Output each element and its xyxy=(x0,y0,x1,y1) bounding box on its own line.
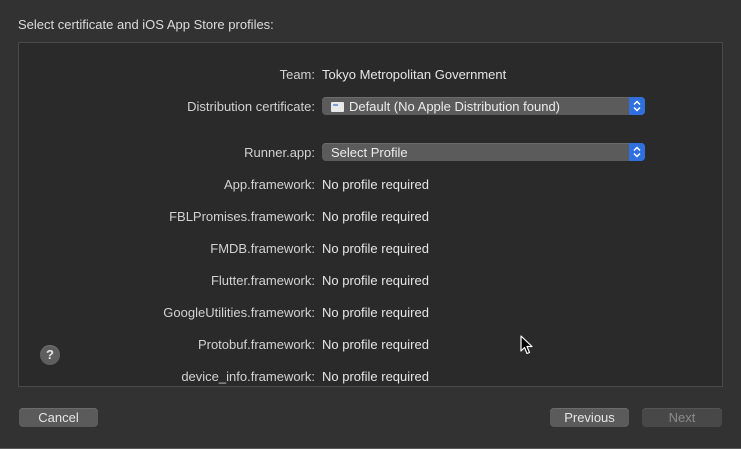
profile-value: No profile required xyxy=(322,177,429,192)
runner-app-profile-popup[interactable]: Select Profile xyxy=(322,143,645,161)
help-button[interactable]: ? xyxy=(40,345,60,365)
distribution-certificate-row: Distribution certificate: Default (No Ap… xyxy=(19,97,722,117)
profile-row-googleutilities-framework: GoogleUtilities.framework: No profile re… xyxy=(19,303,722,323)
profile-label: App.framework: xyxy=(223,177,315,192)
profile-row-flutter-framework: Flutter.framework: No profile required xyxy=(19,271,722,291)
profile-value: No profile required xyxy=(322,369,429,384)
distribution-certificate-value: Default (No Apple Distribution found) xyxy=(331,99,560,114)
team-label: Team: xyxy=(279,67,315,82)
popup-chevron-updown-icon xyxy=(629,143,645,161)
profile-row-app-framework: App.framework: No profile required xyxy=(19,175,722,195)
profile-label: FBLPromises.framework: xyxy=(169,209,315,224)
next-button[interactable]: Next xyxy=(642,408,722,427)
distribution-certificate-label: Distribution certificate: xyxy=(187,99,315,114)
profile-value: No profile required xyxy=(322,241,429,256)
certificate-icon xyxy=(331,102,344,112)
profile-value: No profile required xyxy=(322,305,429,320)
profile-row-device-info-framework: device_info.framework: No profile requir… xyxy=(19,367,722,386)
profile-value: No profile required xyxy=(322,273,429,288)
popup-chevron-updown-icon xyxy=(629,97,645,115)
sheet-title: Select certificate and iOS App Store pro… xyxy=(18,17,274,32)
profile-label: Flutter.framework: xyxy=(210,273,315,288)
signing-sheet: Select certificate and iOS App Store pro… xyxy=(0,0,741,449)
cancel-button[interactable]: Cancel xyxy=(19,408,98,427)
team-value: Tokyo Metropolitan Government xyxy=(322,67,507,82)
profile-value: No profile required xyxy=(322,209,429,224)
distribution-certificate-selected: Default (No Apple Distribution found) xyxy=(349,99,561,114)
profile-label: device_info.framework: xyxy=(181,369,315,384)
previous-button[interactable]: Previous xyxy=(550,408,629,427)
distribution-certificate-popup[interactable]: Default (No Apple Distribution found) xyxy=(322,97,645,115)
profile-row-protobuf-framework: Protobuf.framework: No profile required xyxy=(19,335,722,355)
profile-label: FMDB.framework: xyxy=(210,241,315,256)
profiles-panel[interactable]: Team: Tokyo Metropolitan Government Dist… xyxy=(18,42,723,387)
profile-row-runner-app: Runner.app: Select Profile xyxy=(19,143,722,163)
mouse-pointer-icon xyxy=(520,335,534,360)
profile-row-fblpromises-framework: FBLPromises.framework: No profile requir… xyxy=(19,207,722,227)
profile-row-fmdb-framework: FMDB.framework: No profile required xyxy=(19,239,722,259)
profile-label: GoogleUtilities.framework: xyxy=(163,305,315,320)
profile-value: No profile required xyxy=(322,337,429,352)
runner-app-profile-value: Select Profile xyxy=(331,145,408,160)
team-row: Team: Tokyo Metropolitan Government xyxy=(19,65,722,85)
profile-label: Runner.app: xyxy=(244,145,315,160)
profile-label: Protobuf.framework: xyxy=(197,337,315,352)
